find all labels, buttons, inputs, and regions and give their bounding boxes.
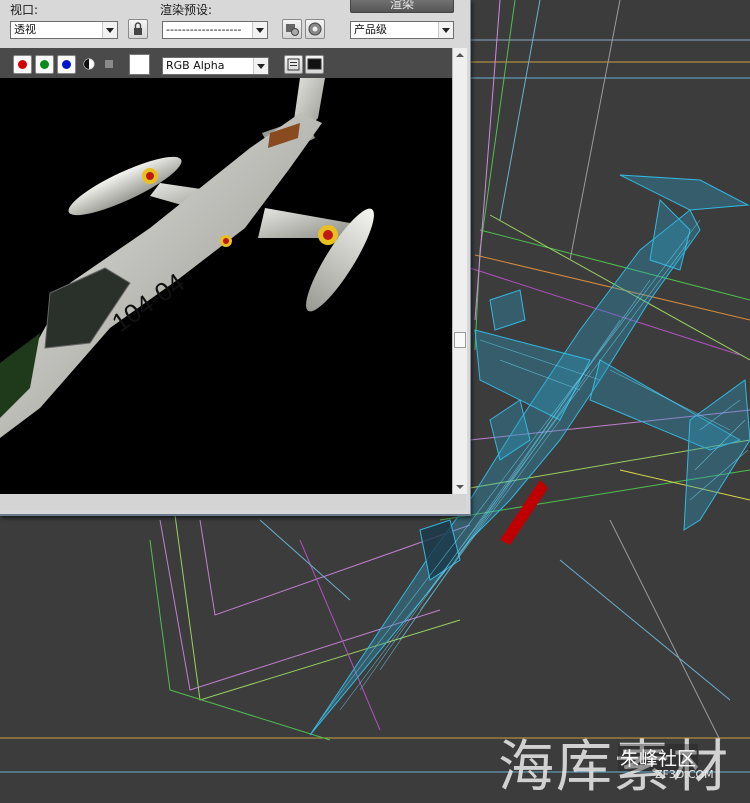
window-icon [287, 58, 300, 71]
channel-display-dropdown[interactable]: RGB Alpha [162, 57, 269, 75]
rendered-jet-image: 104-04 [0, 78, 374, 438]
mono-toggle-icon[interactable] [104, 59, 114, 69]
environment-button[interactable] [305, 19, 325, 39]
render-button[interactable]: 渲染 [350, 0, 454, 13]
viewport-label: 视口: [10, 3, 39, 17]
render-setup-icon [286, 24, 299, 36]
lock-button[interactable] [128, 19, 148, 39]
viewport-dropdown[interactable]: 透视 [10, 21, 118, 39]
gear-icon [308, 22, 322, 36]
render-output-canvas[interactable]: 104-04 [0, 78, 452, 494]
site-url-text: ZF3D.COM [655, 768, 714, 781]
scroll-down-icon[interactable] [453, 480, 467, 494]
quality-dropdown-value: 产品级 [354, 23, 387, 36]
rendered-frame-window: 视口: 渲染预设: 渲染 透视 ------------------- 产品级 [0, 0, 471, 516]
blue-dot-icon [62, 60, 71, 69]
quality-dropdown[interactable]: 产品级 [350, 21, 454, 39]
channel-toolbar: RGB Alpha [0, 48, 466, 78]
red-dot-icon [18, 60, 27, 69]
channel-display-value: RGB Alpha [166, 59, 225, 72]
vertical-scrollbar[interactable] [452, 48, 467, 494]
render-preset-label: 渲染预设: [160, 3, 213, 17]
chevron-down-icon [102, 22, 117, 38]
chevron-down-icon [253, 58, 268, 74]
monitor-icon [307, 58, 322, 70]
green-dot-icon [40, 60, 49, 69]
scroll-up-icon[interactable] [453, 48, 467, 62]
horizontal-scrollbar[interactable] [0, 494, 466, 510]
scroll-thumb[interactable] [454, 332, 466, 348]
render-preset-dropdown-value: ------------------- [166, 23, 242, 36]
background-color-swatch[interactable] [129, 54, 150, 75]
red-channel-button[interactable] [13, 55, 32, 74]
blue-channel-button[interactable] [57, 55, 76, 74]
site-logo-text: 朱峰社区 [618, 744, 699, 771]
green-channel-button[interactable] [35, 55, 54, 74]
viewport-dropdown-value: 透视 [14, 23, 36, 36]
display-settings-button[interactable] [284, 55, 303, 74]
clear-button[interactable] [305, 55, 324, 74]
alpha-toggle-icon[interactable] [83, 58, 95, 70]
render-setup-button[interactable] [282, 19, 302, 39]
render-preset-dropdown[interactable]: ------------------- [162, 21, 268, 39]
lock-icon [134, 22, 142, 35]
chevron-down-icon [438, 22, 453, 38]
chevron-down-icon [252, 22, 267, 38]
